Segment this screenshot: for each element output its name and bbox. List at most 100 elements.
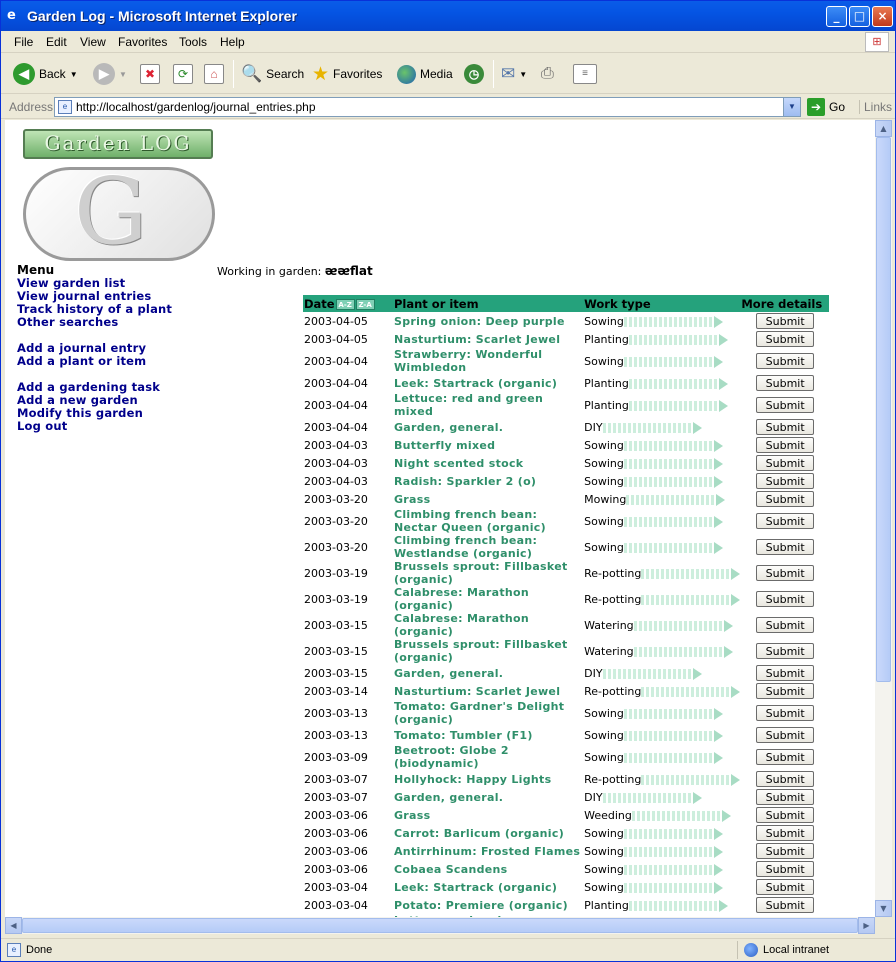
submit-button[interactable]: Submit — [756, 313, 815, 329]
submit-button[interactable]: Submit — [756, 419, 815, 435]
entry-plant-link[interactable]: Carrot: Barlicum (organic) — [393, 824, 583, 842]
menu-view[interactable]: View — [80, 35, 106, 49]
vertical-scroll-thumb[interactable] — [876, 137, 891, 682]
entry-plant-link[interactable]: Climbing french bean: Nectar Queen (orga… — [393, 508, 583, 534]
entry-plant-link[interactable]: Cobaea Scandens — [393, 860, 583, 878]
favorites-button[interactable]: ★ Favorites — [312, 62, 382, 86]
back-dropdown-icon[interactable]: ▼ — [70, 70, 78, 79]
submit-button[interactable]: Submit — [756, 897, 815, 913]
submit-button[interactable]: Submit — [756, 665, 815, 681]
entry-plant-link[interactable]: Strawberry: Wonderful Wimbledon — [393, 348, 583, 374]
refresh-button[interactable]: ⟳ — [173, 62, 193, 86]
link-other-searches[interactable]: Other searches — [17, 316, 172, 329]
submit-button[interactable]: Submit — [756, 513, 815, 529]
link-add-plant[interactable]: Add a plant or item — [17, 355, 172, 368]
menu-favorites[interactable]: Favorites — [118, 35, 167, 49]
entry-plant-link[interactable]: Night scented stock — [393, 454, 583, 472]
entry-plant-link[interactable]: Radish: Sparkler 2 (o) — [393, 472, 583, 490]
entry-plant-link[interactable]: Beetroot: Globe 2 (biodynamic) — [393, 744, 583, 770]
mail-button[interactable]: ✉ ▼ — [501, 62, 527, 86]
forward-button[interactable]: ▶ ▼ — [93, 62, 127, 86]
submit-button[interactable]: Submit — [756, 539, 815, 555]
submit-button[interactable]: Submit — [756, 727, 815, 743]
submit-button[interactable]: Submit — [756, 879, 815, 895]
entry-plant-link[interactable]: Tomato: Gardner's Delight (organic) — [393, 700, 583, 726]
menu-help[interactable]: Help — [220, 35, 245, 49]
submit-button[interactable]: Submit — [756, 565, 815, 581]
entry-plant-link[interactable]: Hollyhock: Happy Lights — [393, 770, 583, 788]
submit-button[interactable]: Submit — [756, 437, 815, 453]
minimize-button[interactable]: _ — [826, 6, 847, 27]
mail-dropdown-icon[interactable]: ▼ — [519, 70, 527, 79]
submit-button[interactable]: Submit — [756, 353, 815, 369]
submit-button[interactable]: Submit — [756, 591, 815, 607]
submit-button[interactable]: Submit — [756, 375, 815, 391]
entry-plant-link[interactable]: Potato: Premiere (organic) — [393, 896, 583, 914]
entry-plant-link[interactable]: Garden, general. — [393, 418, 583, 436]
entry-plant-link[interactable]: Spring onion: Deep purple — [393, 312, 583, 330]
entry-plant-link[interactable]: Leek: Startrack (organic) — [393, 374, 583, 392]
go-button[interactable]: ➔ Go — [807, 98, 845, 116]
entry-plant-link[interactable]: Butterfly mixed — [393, 436, 583, 454]
entry-plant-link[interactable]: Calabrese: Marathon (organic) — [393, 586, 583, 612]
address-dropdown-icon[interactable]: ▼ — [783, 98, 800, 116]
entry-plant-link[interactable]: Calabrese: Marathon (organic) — [393, 612, 583, 638]
menu-file[interactable]: File — [14, 35, 33, 49]
print-button[interactable]: ⎙ — [541, 62, 554, 86]
forward-dropdown-icon[interactable]: ▼ — [119, 70, 127, 79]
submit-button[interactable]: Submit — [756, 473, 815, 489]
entry-plant-link[interactable]: Nasturtium: Scarlet Jewel — [393, 682, 583, 700]
menu-edit[interactable]: Edit — [46, 35, 67, 49]
close-button[interactable]: × — [872, 6, 893, 27]
work-bar-icon — [623, 752, 714, 763]
submit-button[interactable]: Submit — [756, 771, 815, 787]
menu-tools[interactable]: Tools — [179, 35, 207, 49]
entry-plant-link[interactable]: Climbing french bean: Westlandse (organi… — [393, 534, 583, 560]
home-button[interactable]: ⌂ — [204, 62, 224, 86]
submit-button[interactable]: Submit — [756, 789, 815, 805]
submit-button[interactable]: Submit — [756, 749, 815, 765]
entry-plant-link[interactable]: Grass — [393, 806, 583, 824]
entry-plant-link[interactable]: Antirrhinum: Frosted Flames — [393, 842, 583, 860]
submit-button[interactable]: Submit — [756, 331, 815, 347]
media-button[interactable]: Media — [397, 62, 453, 86]
entry-plant-link[interactable]: Brussels sprout: Fillbasket (organic) — [393, 560, 583, 586]
scroll-left-icon[interactable]: ◀ — [5, 917, 22, 934]
submit-button[interactable]: Submit — [756, 861, 815, 877]
submit-button[interactable]: Submit — [756, 397, 815, 413]
vertical-scrollbar[interactable]: ▲ ▼ — [875, 120, 892, 917]
submit-button[interactable]: Submit — [756, 807, 815, 823]
entry-plant-link[interactable]: Garden, general. — [393, 788, 583, 806]
submit-button[interactable]: Submit — [756, 705, 815, 721]
entry-plant-link[interactable]: Leek: Startrack (organic) — [393, 878, 583, 896]
search-button[interactable]: 🔍 Search — [241, 62, 304, 86]
submit-button[interactable]: Submit — [756, 843, 815, 859]
submit-button[interactable]: Submit — [756, 643, 815, 659]
address-input[interactable]: e http://localhost/gardenlog/journal_ent… — [54, 97, 801, 117]
links-button[interactable]: Links — [859, 100, 892, 114]
history-button[interactable]: ◷ — [464, 62, 484, 86]
sort-az-button[interactable]: A-Z — [335, 298, 355, 310]
entry-plant-link[interactable]: Grass — [393, 490, 583, 508]
submit-button[interactable]: Submit — [756, 455, 815, 471]
stop-button[interactable]: ✖ — [140, 62, 160, 86]
submit-button[interactable]: Submit — [756, 491, 815, 507]
submit-button[interactable]: Submit — [756, 825, 815, 841]
scroll-down-icon[interactable]: ▼ — [875, 900, 892, 917]
horizontal-scrollbar[interactable]: ◀ ▶ — [5, 917, 875, 934]
submit-button[interactable]: Submit — [756, 617, 815, 633]
entry-plant-link[interactable]: Lettuce: red and green mixed — [393, 392, 583, 418]
scroll-right-icon[interactable]: ▶ — [858, 917, 875, 934]
horizontal-scroll-thumb[interactable] — [22, 918, 858, 933]
entry-plant-link[interactable]: Tomato: Tumbler (F1) — [393, 726, 583, 744]
entry-plant-link[interactable]: Brussels sprout: Fillbasket (organic) — [393, 638, 583, 664]
link-log-out[interactable]: Log out — [17, 420, 172, 433]
edit-button[interactable]: ≡ — [573, 62, 597, 86]
entry-plant-link[interactable]: Garden, general. — [393, 664, 583, 682]
scroll-up-icon[interactable]: ▲ — [875, 120, 892, 137]
maximize-button[interactable]: □ — [849, 6, 870, 27]
back-button[interactable]: ◀ Back ▼ — [13, 62, 78, 86]
entry-plant-link[interactable]: Nasturtium: Scarlet Jewel — [393, 330, 583, 348]
sort-za-button[interactable]: Z-A — [355, 298, 375, 310]
submit-button[interactable]: Submit — [756, 683, 815, 699]
